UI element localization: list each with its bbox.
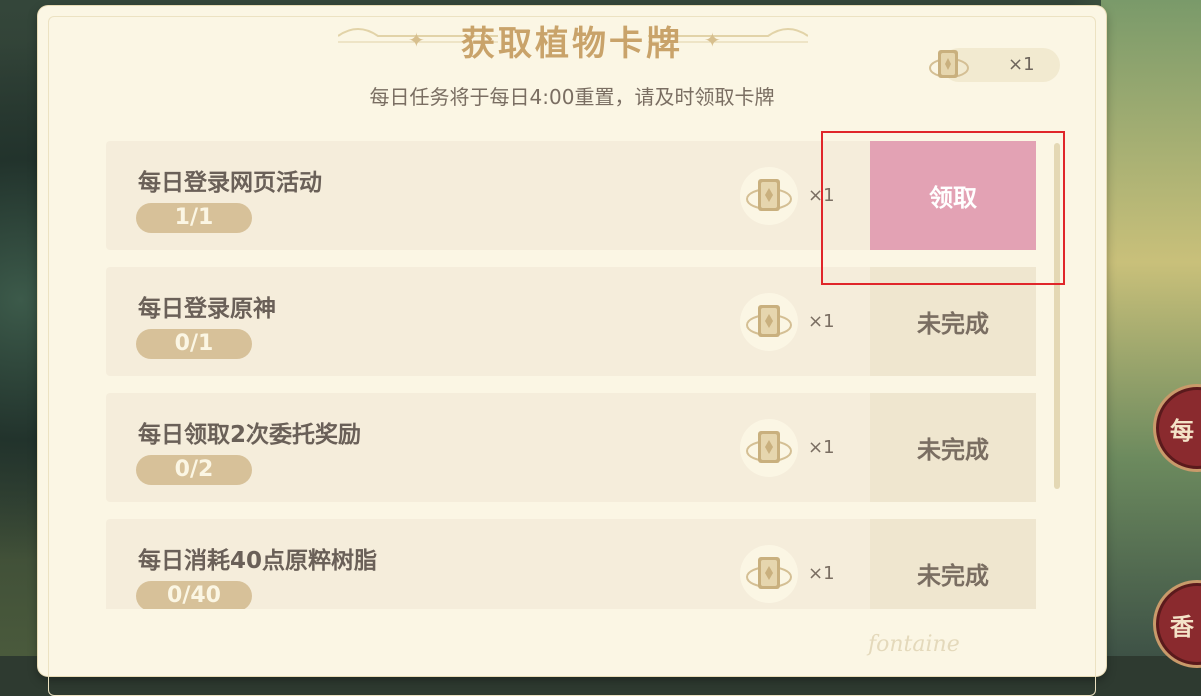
claim-button[interactable]: 领取 [870,141,1036,250]
task-name: 每日登录原神 [138,296,276,322]
panel-title: 获取植物卡牌 [461,24,683,64]
side-button-label: 香 [1170,612,1194,641]
task-reward-count: ×1 [808,185,835,206]
task-name: 每日消耗40点原粹树脂 [138,548,378,574]
task-row: 每日登录原神 0/1 ×1 未完成 [106,267,1036,376]
task-name: 每日登录网页活动 [138,170,322,196]
card-icon [740,545,798,603]
task-progress: 0/40 [136,581,252,609]
task-row: 每日领取2次委托奖励 0/2 ×1 未完成 [106,393,1036,502]
task-reward-count: ×1 [808,437,835,458]
card-count-value: ×1 [1008,54,1035,75]
task-progress: 0/2 [136,455,252,485]
task-row: 每日登录网页活动 1/1 ×1 领取 [106,141,1036,250]
card-count-badge: ×1 [929,48,1060,82]
incomplete-button[interactable]: 未完成 [870,267,1036,376]
task-row: 每日消耗40点原粹树脂 0/40 ×1 未完成 [106,519,1036,609]
background-right-scene [1101,0,1201,656]
fontaine-watermark: fontaine [868,632,960,657]
card-icon [740,293,798,351]
task-progress: 0/1 [136,329,252,359]
task-progress: 1/1 [136,203,252,233]
side-button-label: 每 [1170,416,1194,445]
incomplete-button[interactable]: 未完成 [870,393,1036,502]
task-list[interactable]: 每日登录网页活动 1/1 ×1 领取 每日登录原神 0/1 ×1 未完成 每日领… [106,141,1036,609]
incomplete-button[interactable]: 未完成 [870,519,1036,609]
task-name: 每日领取2次委托奖励 [138,422,362,448]
task-reward-count: ×1 [808,311,835,332]
card-icon [740,167,798,225]
task-reward-count: ×1 [808,563,835,584]
task-list-scrollbar[interactable] [1054,143,1060,489]
card-icon [740,419,798,477]
card-icon [929,50,969,78]
